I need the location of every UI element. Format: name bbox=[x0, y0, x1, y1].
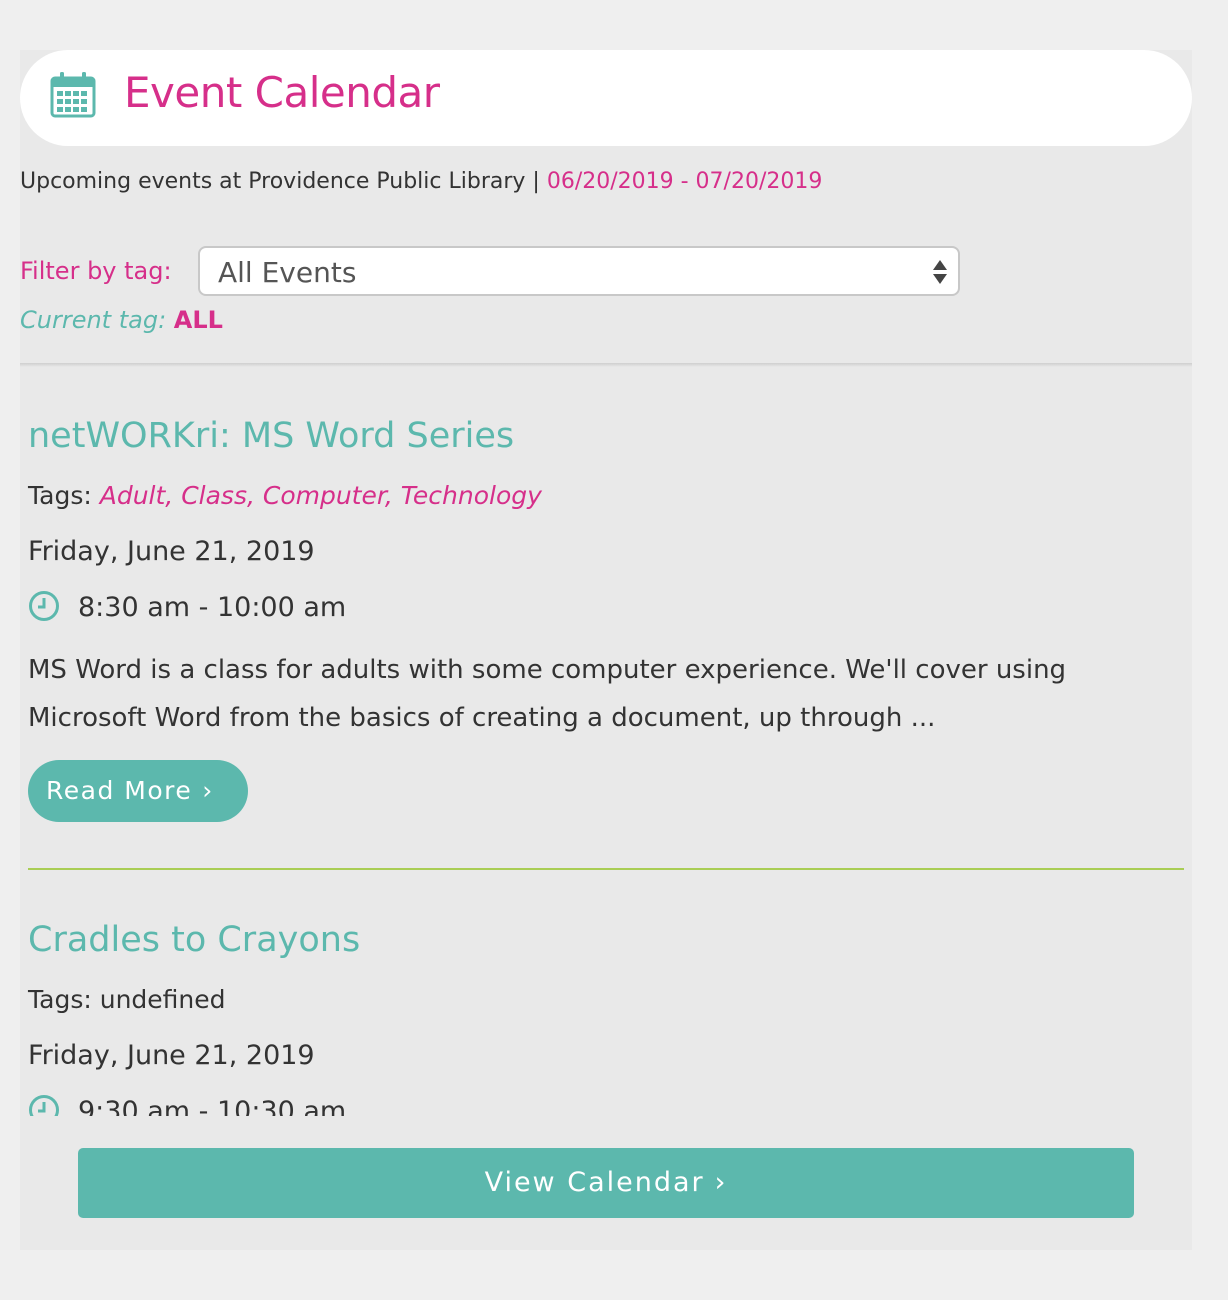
event-date: Friday, June 21, 2019 bbox=[28, 1040, 315, 1071]
current-tag-label: Current tag: bbox=[20, 306, 167, 334]
clock-icon bbox=[29, 591, 59, 621]
select-arrows-icon bbox=[933, 260, 947, 284]
read-more-button[interactable]: Read More › bbox=[28, 760, 248, 822]
upcoming-events-subtitle: Upcoming events at Providence Public Lib… bbox=[20, 169, 822, 194]
clock-icon bbox=[29, 1095, 59, 1116]
read-more-label: Read More bbox=[46, 776, 193, 805]
event-time: 8:30 am - 10:00 am bbox=[78, 592, 347, 623]
event-divider bbox=[28, 868, 1184, 870]
events-list[interactable]: netWORKri: MS Word Series Tags: Adult, C… bbox=[20, 368, 1192, 1116]
calendar-icon bbox=[50, 72, 96, 118]
tag-list[interactable]: Adult, Class, Computer, Technology bbox=[100, 481, 542, 510]
event-time: 9:30 am - 10:30 am bbox=[78, 1096, 347, 1116]
current-tag-value: ALL bbox=[173, 306, 223, 334]
tag-list: undefined bbox=[99, 985, 226, 1014]
current-tag: Current tag: ALL bbox=[20, 306, 223, 334]
tag-filter-selected-value: All Events bbox=[218, 256, 357, 289]
event-title[interactable]: Cradles to Crayons bbox=[28, 920, 360, 960]
library-label: Upcoming events at Providence Public Lib… bbox=[20, 169, 526, 194]
event-tags: Tags: undefined bbox=[28, 985, 226, 1014]
page-title: Event Calendar bbox=[124, 68, 440, 117]
view-calendar-button[interactable]: View Calendar › bbox=[78, 1148, 1134, 1218]
event-calendar-widget: Event Calendar Upcoming events at Provid… bbox=[20, 50, 1192, 1250]
event-title[interactable]: netWORKri: MS Word Series bbox=[28, 416, 514, 456]
tags-label: Tags: bbox=[28, 985, 92, 1014]
event-description: MS Word is a class for adults with some … bbox=[28, 655, 1067, 733]
tag-filter-select[interactable]: All Events bbox=[198, 246, 960, 296]
chevron-right-icon: › bbox=[714, 1167, 728, 1198]
separator: | bbox=[525, 169, 547, 194]
filter-label: Filter by tag: bbox=[20, 257, 172, 285]
event-date: Friday, June 21, 2019 bbox=[28, 536, 315, 567]
header-divider bbox=[20, 363, 1192, 367]
event-tags: Tags: Adult, Class, Computer, Technology bbox=[28, 481, 542, 510]
calendar-header: Event Calendar bbox=[20, 50, 1192, 146]
view-calendar-label: View Calendar bbox=[484, 1167, 705, 1198]
date-range: 06/20/2019 - 07/20/2019 bbox=[546, 169, 823, 194]
tags-label: Tags: bbox=[28, 481, 92, 510]
chevron-right-icon: › bbox=[202, 776, 214, 805]
